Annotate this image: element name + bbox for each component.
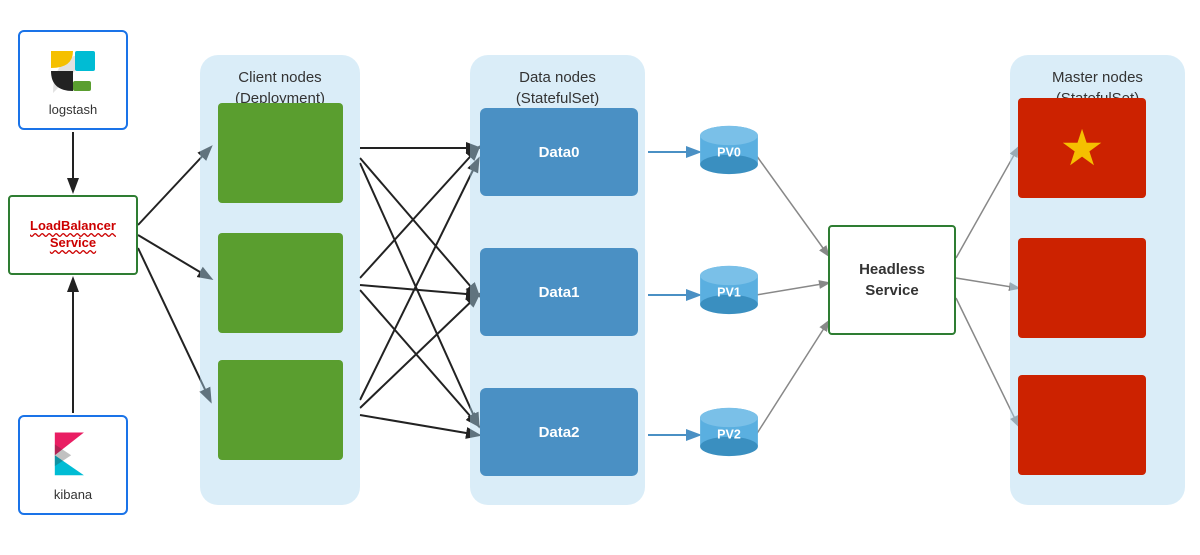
pv-0: PV0 [698, 124, 760, 176]
client-node-2 [218, 233, 343, 333]
lb-service-label: LoadBalancer Service [30, 218, 116, 252]
data-node-2: Data2 [480, 388, 638, 476]
client-nodes-title: Client nodes (Deployment) [200, 55, 360, 109]
client-node-1 [218, 103, 343, 203]
master-node-2 [1018, 238, 1146, 338]
lb-service-text2: Service [50, 235, 96, 250]
client-node-3 [218, 360, 343, 460]
master-node-3 [1018, 375, 1146, 475]
kibana-label: kibana [54, 487, 92, 502]
data-node-1: Data1 [480, 248, 638, 336]
headless-service-box: Headless Service [828, 225, 956, 335]
lb-service-text1: LoadBalancer [30, 218, 116, 233]
svg-text:PV2: PV2 [717, 428, 741, 442]
master-node-1-star: ★ [1060, 119, 1105, 177]
pv-2: PV2 [698, 406, 760, 458]
headless-service-label: Headless Service [859, 259, 925, 301]
svg-text:PV1: PV1 [717, 286, 741, 300]
pv-1: PV1 [698, 264, 760, 316]
logstash-label: logstash [49, 102, 97, 117]
lb-service-box: LoadBalancer Service [8, 195, 138, 275]
data-nodes-title: Data nodes (StatefulSet) [470, 55, 645, 109]
architecture-diagram: logstash kibana LoadBalancer Service [0, 0, 1200, 555]
logstash-box: logstash [18, 30, 128, 130]
master-node-1: ★ [1018, 98, 1146, 198]
kibana-box: kibana [18, 415, 128, 515]
logstash-logo [43, 43, 103, 98]
kibana-logo [43, 428, 103, 483]
svg-text:PV0: PV0 [717, 146, 741, 160]
data-node-0: Data0 [480, 108, 638, 196]
